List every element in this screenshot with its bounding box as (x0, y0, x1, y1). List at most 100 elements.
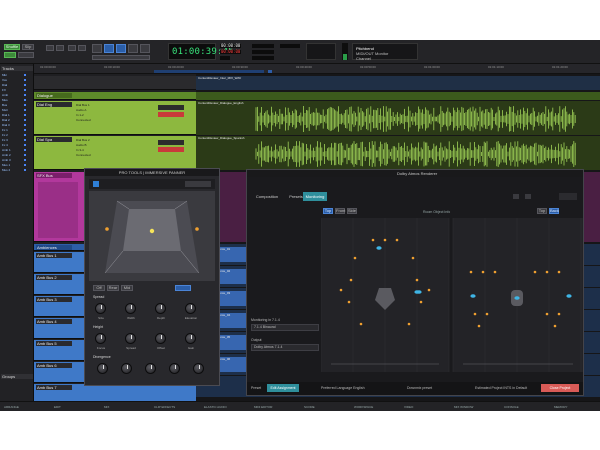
track-visibility-dot[interactable] (24, 74, 26, 76)
track-list-item[interactable]: Mkr (2, 74, 7, 77)
status-bar-item[interactable]: CLIP EFFECTS (154, 405, 175, 409)
status-bar-item[interactable]: CONSOLE (504, 405, 519, 409)
panner-knob[interactable] (125, 303, 136, 314)
main-counter[interactable]: 01:00:39:45 (168, 43, 234, 60)
track-visibility-dot[interactable] (24, 169, 26, 171)
track-list-item[interactable]: Dial 2 (2, 119, 10, 122)
track-visibility-dot[interactable] (24, 124, 26, 126)
edit-assignment-button[interactable]: Edit Assignment (267, 384, 299, 392)
divergence-knob[interactable] (193, 363, 204, 374)
track-visibility-dot[interactable] (24, 114, 26, 116)
panner-knob[interactable] (155, 303, 166, 314)
timeline-ruler[interactable]: 01:00:00:00 01:00:10:00 01:00:20:00 01:00:3… (34, 64, 600, 74)
midi-zoom-icon[interactable] (78, 45, 86, 51)
panner-knob[interactable] (95, 303, 106, 314)
dialogue-lane-1[interactable]: ContentReview_Dialogue_English (196, 101, 600, 135)
zoom-in-icon[interactable] (46, 45, 54, 51)
track-visibility-dot[interactable] (24, 99, 26, 101)
track-list-item[interactable]: Mstr (2, 109, 8, 112)
sfx-bus-name[interactable]: SFX Bus (36, 173, 72, 178)
tab-composition[interactable]: Composition (249, 192, 285, 201)
post-roll-counter[interactable] (252, 50, 274, 54)
track-visibility-dot[interactable] (24, 79, 26, 81)
ambience-track-name[interactable]: Amb Bus 7 (36, 385, 72, 390)
plugin-preset-menu[interactable] (185, 181, 211, 187)
waveform-zoom-icon[interactable] (68, 45, 76, 51)
ambience-track-name[interactable]: Amb Bus 5 (36, 341, 72, 346)
track-list-item[interactable]: Mus 1 (2, 164, 10, 167)
track-visibility-dot[interactable] (24, 134, 26, 136)
panner-knob[interactable] (185, 303, 196, 314)
grid-button[interactable] (4, 52, 16, 58)
track-visibility-dot[interactable] (24, 104, 26, 106)
status-bar-item[interactable]: VIDEO (404, 405, 413, 409)
scrub-tool-icon[interactable] (128, 44, 138, 53)
track-visibility-dot[interactable] (24, 144, 26, 146)
sfx-bus-controls[interactable] (38, 182, 78, 238)
status-bar-item[interactable]: MIDI EDITOR (254, 405, 272, 409)
track-visibility-dot[interactable] (24, 149, 26, 151)
status-bar-item[interactable]: ELASTIC AUDIO (204, 405, 227, 409)
track-visibility-dot[interactable] (24, 84, 26, 86)
track-list-item[interactable]: Amb 2 (2, 154, 11, 157)
ambience-track-name[interactable]: Amb Bus 6 (36, 363, 72, 368)
track-list-item[interactable]: Dial 1 (2, 114, 10, 117)
divergence-knob[interactable] (145, 363, 156, 374)
panner-knob[interactable] (185, 333, 196, 344)
track-1-insert[interactable] (158, 105, 184, 110)
output-select[interactable]: Dolby Atmos 7.1.4 (251, 344, 319, 351)
dialogue-folder-name[interactable]: Dialogue (36, 93, 72, 98)
track-2-insert[interactable] (158, 140, 184, 145)
track-visibility-dot[interactable] (24, 164, 26, 166)
panner-knob[interactable] (125, 333, 136, 344)
slip-mode-button[interactable]: Slip (22, 44, 34, 50)
dialogue-lane-2[interactable]: ContentReview_Dialogue_Spanish (196, 136, 600, 170)
track-visibility-dot[interactable] (24, 139, 26, 141)
track-list-item[interactable]: Mus 2 (2, 169, 10, 172)
track-list-item[interactable]: Fx 2 (2, 134, 8, 137)
renderer-gear-icon[interactable] (525, 194, 531, 199)
trim-tool-icon[interactable] (92, 44, 102, 53)
track-visibility-dot[interactable] (24, 154, 26, 156)
track-list-item[interactable]: Dial 3 (2, 124, 10, 127)
selector-tool-icon[interactable] (104, 44, 114, 53)
view-side-button[interactable]: Side (347, 208, 357, 214)
ambience-track-name[interactable]: Amb Bus 3 (36, 297, 72, 302)
track-2-name[interactable]: Dial Spa (36, 137, 72, 142)
track-1-name[interactable]: Dial Eng (36, 102, 72, 107)
track-list-item[interactable]: FX (2, 89, 6, 92)
status-bar-item[interactable]: MIX (104, 405, 109, 409)
view-back-button[interactable]: Back (549, 208, 559, 214)
status-bar-item[interactable]: SCORE (304, 405, 315, 409)
renderer-settings-icon[interactable] (513, 194, 519, 199)
track-1-send[interactable] (158, 112, 184, 117)
grabber-tool-icon[interactable] (116, 44, 126, 53)
dialogue-folder-header[interactable]: Dialogue (34, 92, 196, 100)
track-visibility-dot[interactable] (24, 109, 26, 111)
track-visibility-dot[interactable] (24, 159, 26, 161)
track-list-item[interactable]: Vox (2, 79, 7, 82)
plugin-tab-off[interactable]: Off (93, 285, 105, 291)
nudge-value[interactable] (280, 44, 300, 48)
track-list-item[interactable]: Amb 3 (2, 159, 11, 162)
dialogue-folder-lane[interactable] (196, 92, 600, 100)
end-counter[interactable]: 00:00:00 (220, 50, 242, 54)
ambience-track-name[interactable]: Amb Bus 2 (36, 275, 72, 280)
panner-knob[interactable] (95, 333, 106, 344)
plugin-link-button[interactable] (175, 285, 191, 291)
mix-track-header[interactable] (34, 76, 196, 90)
selection-range[interactable] (154, 70, 264, 73)
ambience-track-name[interactable]: Amb Bus 1 (36, 253, 72, 258)
panner-knob[interactable] (155, 333, 166, 344)
fade-counter[interactable] (252, 56, 274, 60)
pre-roll-counter[interactable] (252, 44, 274, 48)
mix-lane[interactable]: ContentReview_Inter_MIX_WAV (196, 76, 600, 90)
track-visibility-dot[interactable] (24, 119, 26, 121)
track-list-item[interactable]: Fx 4 (2, 144, 8, 147)
divergence-knob[interactable] (169, 363, 180, 374)
view-top-right-button[interactable]: Top (537, 208, 547, 214)
divergence-knob[interactable] (97, 363, 108, 374)
status-bar-item[interactable]: MIX WINDOW (454, 405, 473, 409)
track-visibility-dot[interactable] (24, 129, 26, 131)
zoom-out-icon[interactable] (56, 45, 64, 51)
